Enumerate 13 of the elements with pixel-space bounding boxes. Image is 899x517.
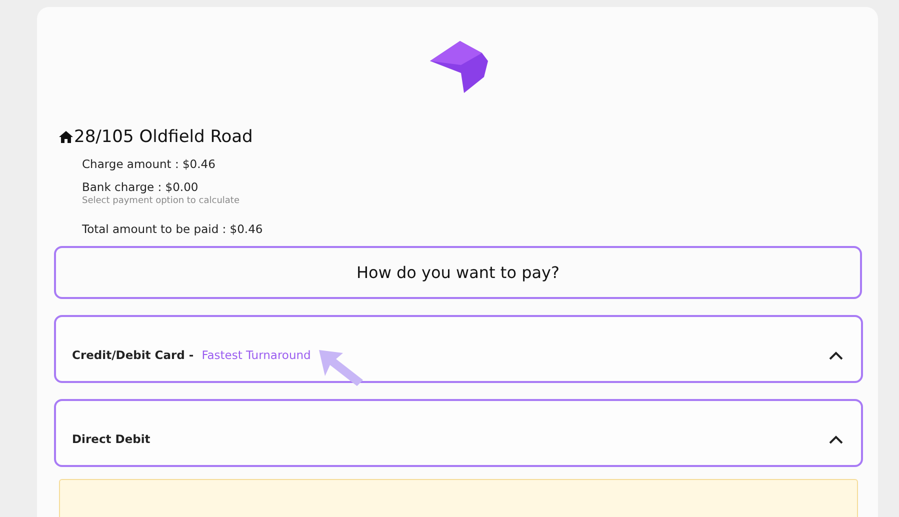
charge-line: Total amount to be paid : $0.46 [82, 222, 264, 236]
option-tag: Fastest Turnaround [202, 348, 311, 362]
cursor-icon [318, 350, 365, 386]
payment-option[interactable]: Credit/Debit Card - Fastest Turnaround [54, 315, 863, 383]
charge-line: Charge amount : $0.46 [82, 157, 216, 171]
house-icon [59, 131, 73, 143]
payment-option[interactable]: Direct Debit [54, 399, 863, 467]
charge-line: Bank charge : $0.00 [82, 180, 200, 194]
charge-hint: Select payment option to calculate [82, 196, 240, 206]
payment-question: How do you want to pay? [54, 246, 862, 299]
chevron-icon [829, 434, 843, 444]
chevron-icon [829, 350, 843, 360]
property-address: 28/105 Oldfield Road [59, 127, 862, 147]
